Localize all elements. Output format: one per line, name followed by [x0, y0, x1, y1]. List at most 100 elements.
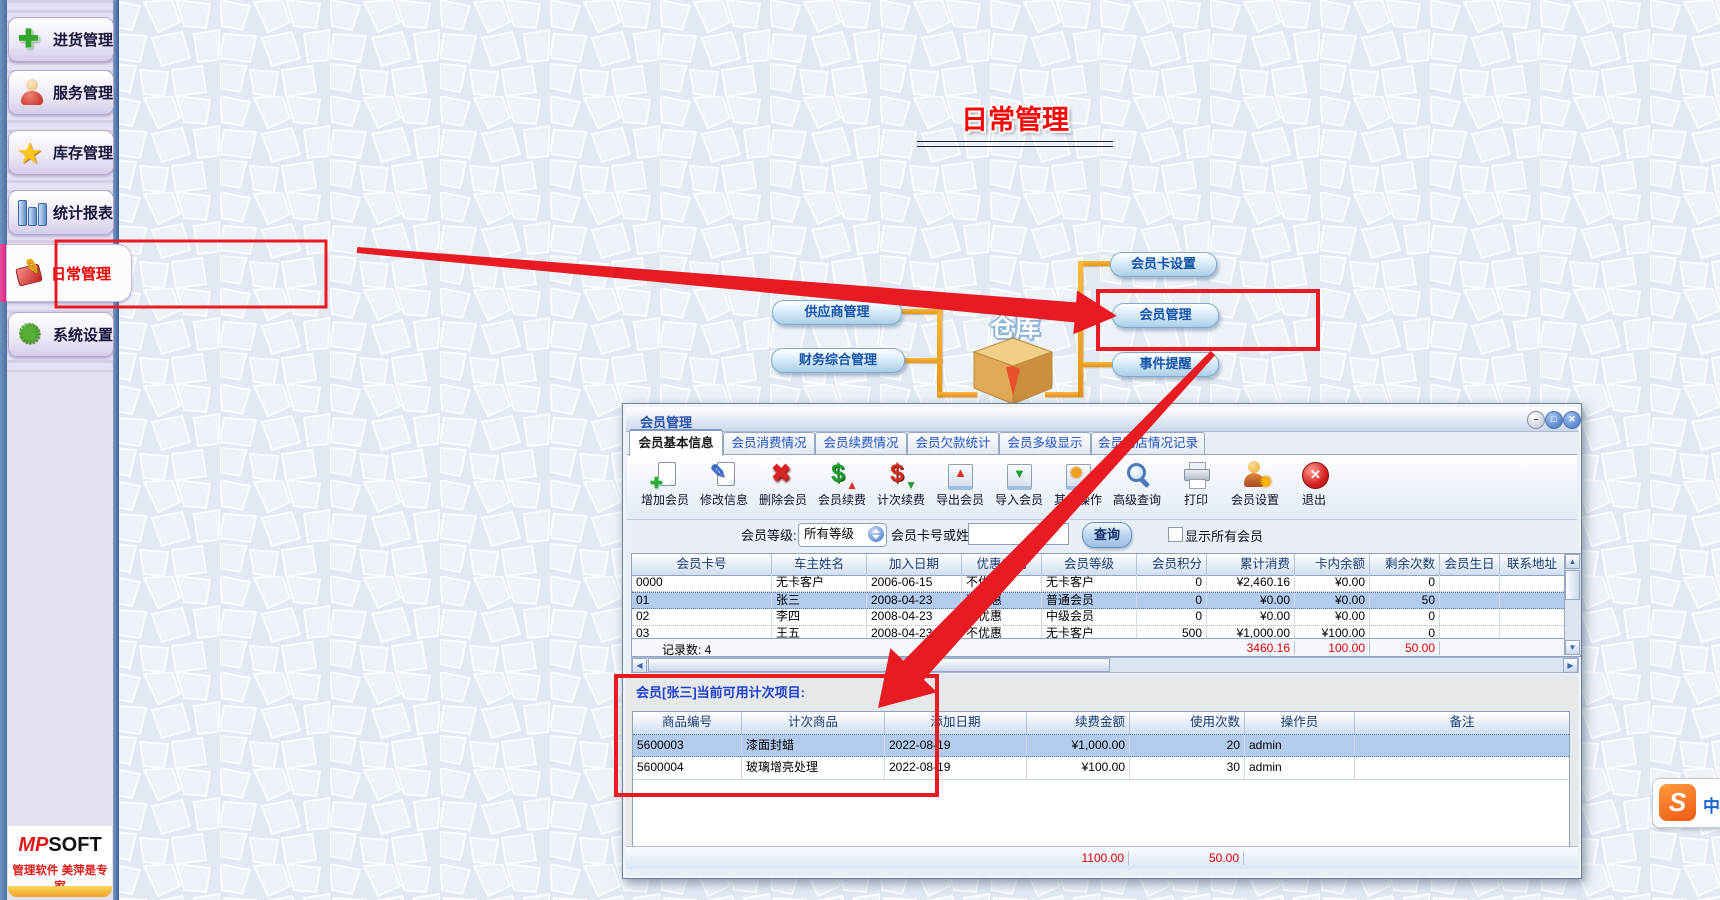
cell-level: 无卡客户 [1042, 575, 1137, 591]
times-row[interactable]: 5600004玻璃增亮处理2022-08-19¥100.0030admin [633, 757, 1569, 780]
member-card-settings-button[interactable]: 会员卡设置 [1110, 252, 1217, 277]
scroll-left-icon[interactable]: ◀ [632, 658, 647, 673]
sidebar-bottom-bar [8, 886, 112, 897]
vertical-scrollbar[interactable]: ▲ ▼ [1564, 554, 1581, 655]
tab-visit-records[interactable]: 会员到店情况记录 [1091, 432, 1205, 454]
col-header[interactable]: 商品编号 [633, 712, 742, 734]
col-header[interactable]: 会员积分 [1137, 554, 1207, 575]
col-header[interactable]: 操作员 [1245, 712, 1355, 734]
advanced-search-button[interactable]: 高级查询 [1109, 458, 1165, 516]
col-header[interactable]: 使用次数 [1130, 712, 1245, 734]
member-row[interactable]: 0000无卡客户2006-06-15不优惠无卡客户0¥2,460.16¥0.00… [632, 575, 1564, 592]
times-total-count: 50.00 [1129, 851, 1244, 865]
cell-join-date: 2006-06-15 [867, 575, 962, 591]
scroll-up-icon[interactable]: ▲ [1565, 554, 1580, 569]
add-document-icon: ✚ [650, 460, 680, 490]
minimize-button[interactable]: – [1527, 411, 1545, 429]
times-table-header[interactable]: 商品编号计次商品添加日期续费金额使用次数操作员备注 [633, 712, 1569, 735]
sidebar-item-daily[interactable]: ✎ 日常管理 [6, 244, 132, 302]
cell-card-no: 0000 [632, 575, 772, 591]
member-row[interactable]: 02李四2008-04-23不优惠中级会员0¥0.00¥0.000 [632, 609, 1564, 626]
ime-toolbar[interactable]: S 中 [1652, 778, 1720, 828]
col-header[interactable]: 续费金额 [1027, 712, 1130, 734]
card-or-name-input[interactable] [968, 523, 1069, 545]
tab-renewal[interactable]: 会员续费情况 [815, 432, 907, 454]
sogou-logo-icon[interactable]: S [1659, 784, 1696, 821]
scroll-right-icon[interactable]: ▶ [1563, 658, 1578, 673]
ime-mode-label[interactable]: 中 [1703, 792, 1720, 817]
toolbar-label: 退出 [1286, 491, 1342, 508]
show-all-members-checkbox[interactable] [1168, 527, 1183, 542]
sidebar-item-service[interactable]: 服务管理 [8, 70, 114, 115]
event-reminder-button[interactable]: 事件提醒 [1112, 352, 1219, 377]
tab-multilevel[interactable]: 会员多级显示 [999, 432, 1091, 454]
other-operations-button[interactable]: ✹ 其它操作 [1050, 458, 1106, 516]
toolbar-label: 会员续费 [814, 491, 870, 508]
col-header[interactable]: 会员等级 [1042, 554, 1137, 575]
sidebar-item-reports[interactable]: 统计报表 [8, 190, 114, 235]
cell-birthday [1440, 575, 1500, 591]
sidebar-item-purchase[interactable]: ✚ 进货管理 [8, 17, 114, 62]
horizontal-scrollbar[interactable]: ◀ ▶ [631, 657, 1579, 673]
printer-icon [1181, 460, 1211, 490]
export-members-button[interactable]: ▲ 导出会员 [932, 458, 988, 516]
col-header[interactable]: 会员卡号 [632, 554, 772, 575]
cell-remark [1355, 735, 1569, 756]
tab-basic-info[interactable]: 会员基本信息 [629, 429, 723, 456]
edit-info-button[interactable]: ✎ 修改信息 [696, 458, 752, 516]
sidebar-item-settings[interactable]: ✺ 系统设置 [8, 312, 114, 357]
scroll-thumb[interactable] [1565, 570, 1580, 600]
member-management-button[interactable]: 会员管理 [1112, 303, 1219, 328]
maximize-button[interactable]: □ [1545, 411, 1563, 429]
person-icon [17, 78, 47, 108]
col-header[interactable]: 添加日期 [885, 712, 1027, 734]
tab-consumption[interactable]: 会员消费情况 [723, 432, 815, 454]
scroll-down-icon[interactable]: ▼ [1565, 640, 1580, 655]
members-table-header[interactable]: 会员卡号车主姓名加入日期优惠方式会员等级会员积分累计消费卡内余额剩余次数会员生日… [632, 554, 1564, 576]
bracket-line [1083, 362, 1112, 367]
col-header[interactable]: 卡内余额 [1295, 554, 1370, 575]
member-row[interactable]: 01张三2008-04-23不优惠普通会员0¥0.00¥0.0050 [632, 592, 1564, 609]
cell-product-no: 5600004 [633, 757, 742, 779]
sidebar-item-inventory[interactable]: ★ 库存管理 [8, 130, 114, 175]
search-button[interactable]: 查询 [1082, 522, 1132, 548]
export-up-icon: ▲ [945, 460, 975, 490]
member-renew-button[interactable]: $▲ 会员续费 [814, 458, 870, 516]
col-header[interactable]: 计次商品 [742, 712, 885, 734]
col-header[interactable]: 会员生日 [1440, 554, 1500, 575]
col-header[interactable]: 备注 [1355, 712, 1569, 734]
times-renew-button[interactable]: $▼ 计次续费 [873, 458, 929, 516]
cell-card-no: 01 [632, 593, 772, 608]
finance-management-button[interactable]: 财务综合管理 [771, 348, 905, 373]
spinner-icon[interactable] [868, 526, 884, 542]
times-row[interactable]: 5600003漆面封蜡2022-08-19¥1,000.0020admin [633, 734, 1569, 757]
sidebar-right-border [113, 0, 119, 900]
member-settings-button[interactable]: ✹ 会员设置 [1227, 458, 1283, 516]
member-level-select[interactable]: 所有等级 [798, 523, 887, 547]
supplier-management-button[interactable]: 供应商管理 [772, 300, 902, 325]
exit-button[interactable]: ✕ 退出 [1286, 458, 1342, 516]
col-header[interactable]: 累计消费 [1207, 554, 1295, 575]
cell-operator: admin [1245, 735, 1355, 756]
bracket-line [1078, 261, 1083, 397]
col-header[interactable]: 剩余次数 [1370, 554, 1440, 575]
col-header[interactable]: 优惠方式 [962, 554, 1042, 575]
members-table: 会员卡号车主姓名加入日期优惠方式会员等级会员积分累计消费卡内余额剩余次数会员生日… [631, 553, 1581, 657]
col-header[interactable]: 加入日期 [867, 554, 962, 575]
gear-icon: ✺ [17, 320, 47, 350]
print-button[interactable]: 打印 [1168, 458, 1224, 516]
bar-chart-icon [17, 198, 47, 228]
scroll-thumb[interactable] [648, 658, 1110, 672]
cell-birthday [1440, 609, 1500, 625]
toolbar-label: 计次续费 [873, 491, 929, 508]
col-header[interactable]: 联系地址 [1500, 554, 1564, 575]
delete-member-button[interactable]: ✖ 删除会员 [755, 458, 811, 516]
add-member-button[interactable]: ✚ 增加会员 [637, 458, 693, 516]
cell-times-left: 0 [1370, 609, 1440, 625]
col-header[interactable]: 车主姓名 [772, 554, 867, 575]
tab-arrears[interactable]: 会员欠款统计 [907, 432, 999, 454]
import-members-button[interactable]: ▼ 导入会员 [991, 458, 1047, 516]
window-title-bar[interactable]: 会员管理 – □ ✕ [626, 407, 1578, 432]
cell-birthday [1440, 593, 1500, 608]
close-button[interactable]: ✕ [1563, 411, 1581, 429]
